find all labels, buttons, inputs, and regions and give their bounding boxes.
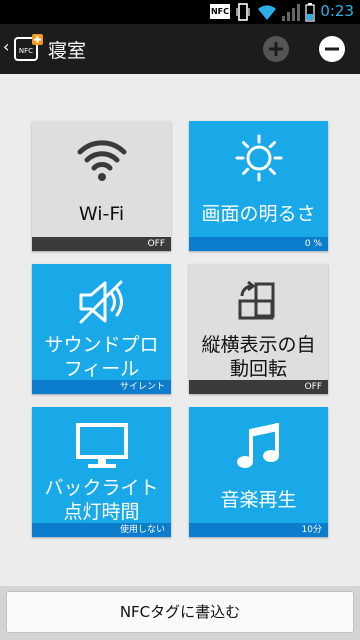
back-icon[interactable]: ‹ (3, 37, 9, 56)
vibrate-icon (236, 3, 250, 21)
status-badge: OFF (32, 237, 171, 251)
wifi-icon (77, 140, 127, 181)
add-icon[interactable] (262, 35, 290, 63)
status-badge: 使用しない (32, 523, 171, 537)
svg-text:NFC: NFC (19, 47, 33, 55)
brightness-icon (235, 134, 283, 182)
bottom-bar: NFCタグに書込む (0, 586, 360, 640)
rotate-icon (238, 280, 275, 320)
page-title: 寝室 (48, 40, 87, 62)
status-badge: OFF (189, 380, 328, 394)
tile-label-line2: フィール (63, 358, 140, 380)
status-badge: サイレント (32, 380, 171, 394)
tile-music[interactable]: 音楽再生 10分 (189, 407, 328, 537)
tile-brightness[interactable]: 画面の明るさ 0 % (189, 121, 328, 251)
tile-label-line1: バックライト (44, 477, 159, 499)
monitor-icon (76, 423, 128, 468)
write-nfc-tag-button[interactable]: NFCタグに書込む (6, 591, 354, 633)
tile-label: Wi-Fi (78, 203, 125, 225)
tile-sound-profile[interactable]: サウンドプロ フィール サイレント (32, 264, 171, 394)
status-badge: 10分 (189, 523, 328, 537)
app-nfc-icon[interactable]: NFC (12, 33, 44, 65)
tile-backlight[interactable]: バックライト 点灯時間 使用しない (32, 407, 171, 537)
music-note-icon (237, 423, 279, 468)
tile-wifi[interactable]: Wi-Fi OFF (32, 121, 171, 251)
tile-auto-rotate[interactable]: 縦横表示の自 動回転 OFF (189, 264, 328, 394)
signal-icon (282, 4, 300, 21)
clock: 0:23 (320, 2, 354, 20)
tile-label-line1: 縦横表示の自 (201, 334, 316, 356)
nfc-status-icon: NFC (210, 4, 230, 19)
tile-label-line2: 動回転 (229, 358, 287, 380)
status-bar: NFC 0:23 (0, 0, 360, 24)
speaker-mute-icon (79, 280, 123, 324)
tile-label: 音楽再生 (220, 489, 297, 511)
remove-icon[interactable] (318, 35, 346, 63)
tile-label-line1: サウンドプロ (44, 334, 159, 356)
tile-label: 画面の明るさ (201, 203, 316, 225)
action-bar: ‹ NFC 寝室 (0, 24, 360, 74)
status-badge: 0 % (189, 237, 328, 251)
tile-label-line2: 点灯時間 (63, 501, 140, 523)
wifi-icon (258, 5, 276, 20)
battery-icon (305, 3, 315, 22)
